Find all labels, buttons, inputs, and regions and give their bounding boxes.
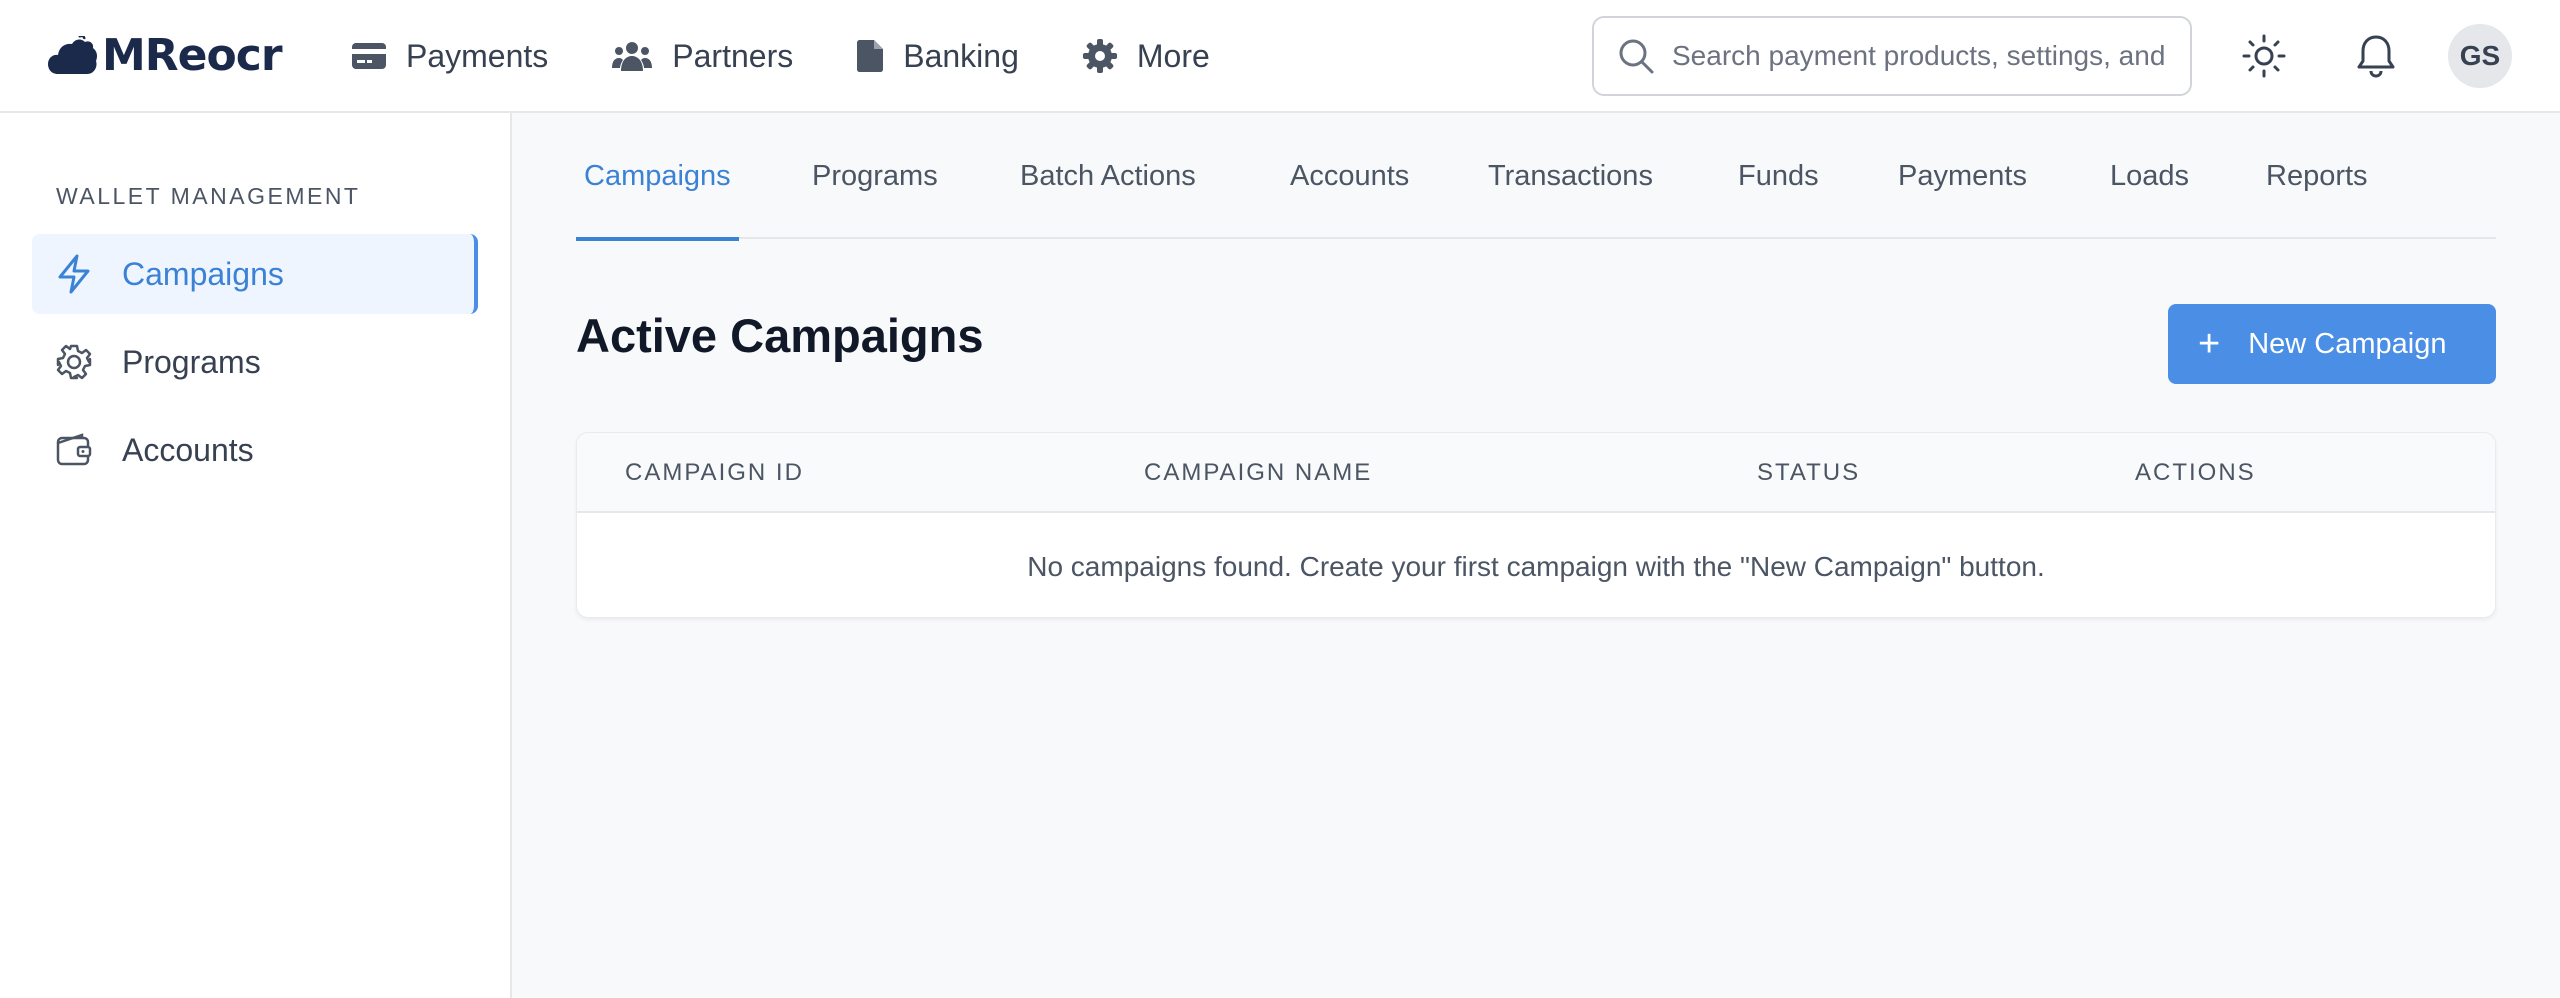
sidebar: WALLET MANAGEMENT Campaigns Programs Acc… [0, 113, 512, 998]
users-icon [612, 42, 653, 71]
search-input[interactable] [1672, 40, 2172, 72]
notifications-button[interactable] [2346, 26, 2406, 86]
sidebar-item-programs[interactable]: Programs [32, 322, 478, 402]
page-title: Active Campaigns [576, 309, 984, 362]
tab-reports[interactable]: Reports [2258, 113, 2376, 239]
tab-loads[interactable]: Loads [2102, 113, 2197, 239]
column-header-status: STATUS [1757, 459, 1861, 486]
section-tabs: Campaigns Programs Batch Actions Account… [576, 113, 2496, 241]
nav-partners[interactable]: Partners [612, 26, 793, 86]
tab-funds[interactable]: Funds [1730, 113, 1827, 239]
search-icon [1619, 39, 1654, 74]
sidebar-item-accounts[interactable]: Accounts [32, 410, 478, 490]
table-header: CAMPAIGN ID CAMPAIGN NAME STATUS ACTIONS [577, 433, 2495, 513]
sidebar-heading: WALLET MANAGEMENT [56, 183, 361, 209]
lightning-icon [58, 254, 90, 294]
gear-icon [56, 344, 92, 380]
empty-state-message: No campaigns found. Create your first ca… [1027, 551, 2045, 582]
brand-logo[interactable]: MReocr [48, 28, 283, 84]
sidebar-item-campaigns[interactable]: Campaigns [32, 234, 478, 314]
tab-programs[interactable]: Programs [804, 113, 946, 239]
sidebar-item-label: Accounts [122, 431, 254, 468]
nav-partners-label: Partners [672, 37, 794, 74]
plus-icon: + [2198, 323, 2221, 365]
global-search[interactable] [1592, 16, 2192, 96]
credit-card-icon [352, 43, 386, 69]
top-nav: Payments Partners Banking More [352, 26, 1274, 86]
campaigns-table: CAMPAIGN ID CAMPAIGN NAME STATUS ACTIONS… [576, 432, 2496, 618]
document-icon [857, 40, 884, 72]
tab-batch-actions[interactable]: Batch Actions [1012, 113, 1204, 239]
user-avatar[interactable]: GS [2448, 24, 2512, 88]
brand-name: MReocr [102, 30, 283, 81]
tab-transactions[interactable]: Transactions [1480, 113, 1661, 239]
tab-payments[interactable]: Payments [1890, 113, 2035, 239]
sidebar-item-label: Programs [122, 343, 261, 380]
nav-more-label: More [1136, 37, 1210, 74]
bell-icon [2357, 35, 2395, 78]
column-header-campaign-id: CAMPAIGN ID [625, 459, 804, 486]
column-header-campaign-name: CAMPAIGN NAME [1144, 459, 1373, 486]
theme-toggle-button[interactable] [2234, 26, 2294, 86]
nav-banking-label: Banking [903, 37, 1019, 74]
nav-payments-label: Payments [406, 37, 549, 74]
tab-campaigns[interactable]: Campaigns [576, 113, 739, 241]
nav-more[interactable]: More [1082, 26, 1210, 86]
new-campaign-button[interactable]: + New Campaign [2168, 304, 2496, 384]
top-bar: MReocr Payments Partners Banking More Se… [0, 0, 2560, 113]
new-campaign-button-label: New Campaign [2248, 327, 2447, 360]
nav-banking[interactable]: Banking [857, 26, 1019, 86]
sun-icon [2242, 34, 2286, 78]
wallet-icon [56, 433, 92, 466]
tab-accounts[interactable]: Accounts [1282, 113, 1417, 239]
cloud-icon [48, 36, 97, 74]
column-header-actions: ACTIONS [2135, 459, 2256, 486]
sidebar-item-label: Campaigns [122, 255, 284, 292]
gear-icon [1082, 39, 1117, 73]
nav-payments[interactable]: Payments [352, 26, 548, 86]
